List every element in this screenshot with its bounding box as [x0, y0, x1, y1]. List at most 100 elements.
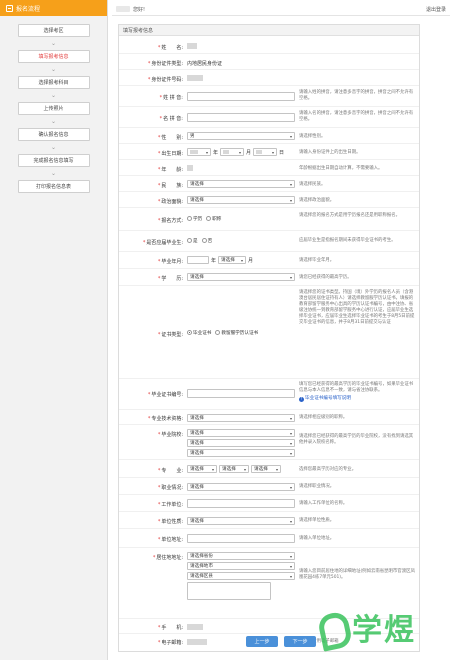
logout-link[interactable]: 退出登录	[426, 6, 446, 13]
cert-type-diploma[interactable]: 毕业证书	[187, 330, 211, 336]
greeting: 您好!	[116, 6, 145, 13]
gender-select[interactable]: 男 ▾	[187, 132, 295, 140]
gender-label: *性 别:	[157, 135, 183, 141]
birth-year-select[interactable]: ▾	[187, 148, 211, 156]
residence-detail-textarea[interactable]	[187, 582, 271, 600]
political-label: *政治面貌:	[157, 199, 183, 205]
row-grad-year: *毕业年月: 年 请选择 ▾ 月 请选择毕业年月。	[119, 253, 419, 269]
grad-year-tip: 请选择毕业年月。	[299, 258, 335, 263]
sidebar-title: 报名流程	[16, 5, 41, 13]
next-button[interactable]: 下一步	[284, 636, 316, 647]
district-select[interactable]: 请选择区县 ▾	[187, 572, 295, 580]
employer-input[interactable]	[187, 499, 295, 508]
row-apply-method: *报名方式: 学历 职称 请选择您的报名方式是用学历报名还是用职称报名。	[119, 209, 419, 231]
step-complete[interactable]: 完成报名信息填写	[17, 154, 90, 167]
employer-tip: 请输入工作单位的名称。	[299, 501, 348, 506]
birthdate-tip: 请输入身份证件上的出生日期。	[299, 150, 361, 155]
major-label: *专 业:	[157, 468, 183, 474]
fresh-grad-yes[interactable]: 是	[187, 238, 198, 244]
major-select-1[interactable]: 请选择 ▾	[187, 465, 217, 473]
phone-value	[187, 624, 203, 631]
watermark: 学煜	[314, 604, 444, 650]
school-label: *毕业院校:	[157, 432, 183, 438]
chevron-down-icon: ⌄	[50, 40, 57, 47]
ethnicity-select[interactable]: 请选择 ▾	[187, 180, 295, 188]
apply-method-opt2[interactable]: 职称	[206, 216, 221, 222]
occupation-select[interactable]: 请选择 ▾	[187, 483, 295, 491]
birthdate-label: *出生日期:	[157, 151, 183, 157]
given-pinyin-tip: 请输入名的拼音，请注意多音字的拼音，拼音之间不允许有空格。	[299, 111, 414, 122]
id-type-label: *身份证件类型:	[147, 61, 183, 67]
step-confirm-info[interactable]: 确认报名信息	[17, 128, 90, 141]
school-select-1[interactable]: 请选择 ▾	[187, 429, 295, 437]
chevron-down-icon: ⌄	[50, 170, 57, 177]
city-select[interactable]: 请选择地市 ▾	[187, 562, 295, 570]
major-selects: 请选择 ▾ 请选择 ▾ 请选择 ▾	[187, 465, 281, 473]
school-select-2[interactable]: 请选择 ▾	[187, 439, 295, 447]
given-pinyin-label: *名 拼 音:	[159, 116, 183, 122]
birth-day-select[interactable]: ▾	[253, 148, 278, 156]
chevron-down-icon: ⌄	[50, 66, 57, 73]
cert-no-input[interactable]	[187, 389, 295, 398]
info-icon: !	[299, 396, 304, 402]
email-value	[187, 639, 207, 646]
major-select-2[interactable]: 请选择 ▾	[219, 465, 249, 473]
education-select[interactable]: 请选择 ▾	[187, 273, 295, 281]
major-select-3[interactable]: 请选择 ▾	[251, 465, 281, 473]
employer-type-tip: 请选择单位性质。	[299, 518, 335, 523]
employer-type-select[interactable]: 请选择 ▾	[187, 517, 295, 525]
surname-pinyin-label: *姓 拼 音:	[159, 95, 183, 101]
row-political: *政治面貌: 请选择 ▾ 请选择政治面貌。	[119, 193, 419, 208]
political-select[interactable]: 请选择 ▾	[187, 196, 295, 204]
cert-no-help-link[interactable]: ! 毕业证书编号填写说明	[299, 396, 417, 402]
row-school: *毕业院校: 请选择 ▾ 请选择 ▾ 请选择 ▾ 请选择您已经获得的最高学历的毕业院校…	[119, 426, 419, 460]
school-select-3[interactable]: 请选择 ▾	[187, 449, 295, 457]
step-print[interactable]: 打印报名信息表	[17, 180, 90, 193]
title-level-select[interactable]: 请选择 ▾	[187, 414, 295, 422]
title-level-label: *专业技术资格:	[147, 416, 183, 422]
grad-year-unit: 年	[211, 257, 217, 264]
fresh-grad-no[interactable]: 否	[201, 238, 212, 244]
step-fill-info[interactable]: 填写报考信息	[17, 50, 90, 63]
given-pinyin-input[interactable]	[187, 113, 295, 122]
fresh-grad-radios: 是 否	[187, 238, 212, 244]
surname-pinyin-input[interactable]	[187, 92, 295, 101]
step-upload-photo[interactable]: 上传照片	[17, 102, 90, 115]
surname-pinyin-tip: 请输入姓的拼音，请注意多音字的拼音，拼音之间不允许有空格。	[299, 90, 414, 101]
cert-type-recognition[interactable]: 教留服学历认证书	[215, 330, 258, 336]
apply-method-tip: 请选择您的报名方式是用学历报名还是用职称报名。	[299, 213, 400, 218]
cert-no-label: *毕业证书编号:	[147, 392, 183, 398]
school-selects: 请选择 ▾ 请选择 ▾ 请选择 ▾	[187, 429, 295, 457]
row-employer-type: *单位性质: 请选择 ▾ 请选择单位性质。	[119, 513, 419, 529]
ethnicity-label: *民 族:	[157, 183, 183, 189]
step-select-subjects[interactable]: 选择报考科目	[17, 76, 90, 89]
cert-no-tip-wrap: 填写您已经获得的最高学历的毕业证书编号，如果毕业证书信息与本人信息不一致，请与省…	[299, 382, 417, 402]
monitor-icon	[6, 4, 13, 12]
cert-type-radios: 毕业证书 教留服学历认证书	[187, 330, 258, 336]
ethnicity-tip: 请选择民族。	[299, 182, 326, 187]
row-gender: *性 别: 男 ▾ 请选择性别。	[119, 129, 419, 144]
form-panel: 填写报考信息 *姓 名: *身份证件类型: 内地居民身份证 *身份证件号码: *…	[118, 24, 420, 652]
name-label: *姓 名:	[157, 45, 183, 51]
residence-label: *居住地地址:	[152, 555, 183, 561]
birth-month-select[interactable]: ▾	[220, 148, 245, 156]
employer-addr-input[interactable]	[187, 534, 295, 543]
id-no-value	[187, 75, 203, 82]
id-type-value: 内地居民身份证	[187, 61, 223, 67]
row-occupation: *职业情况: 请选择 ▾ 请选择职业情况。	[119, 479, 419, 495]
row-major: *专 业: 请选择 ▾ 请选择 ▾ 请选择 ▾ 选择您最高学历对应的专业。	[119, 461, 419, 478]
row-employer-addr: *单位地址: 请输入单位地址。	[119, 530, 419, 548]
birth-day-unit: 日	[279, 149, 285, 156]
grad-month-select[interactable]: 请选择 ▾	[218, 256, 247, 264]
step-select-area[interactable]: 选择考区	[17, 24, 90, 37]
phone-label: *手 机:	[157, 625, 183, 631]
province-select[interactable]: 请选择省份 ▾	[187, 552, 295, 560]
prev-button[interactable]: 上一步	[246, 636, 278, 647]
age-label: *年 龄:	[157, 167, 183, 173]
grad-month-unit: 月	[248, 257, 254, 264]
row-employer: *工作单位: 请输入工作单位的名称。	[119, 496, 419, 512]
chevron-down-icon: ⌄	[50, 92, 57, 99]
grad-year-input[interactable]	[187, 256, 209, 264]
apply-method-label: *报名方式:	[157, 218, 183, 224]
apply-method-opt1[interactable]: 学历	[187, 216, 202, 222]
